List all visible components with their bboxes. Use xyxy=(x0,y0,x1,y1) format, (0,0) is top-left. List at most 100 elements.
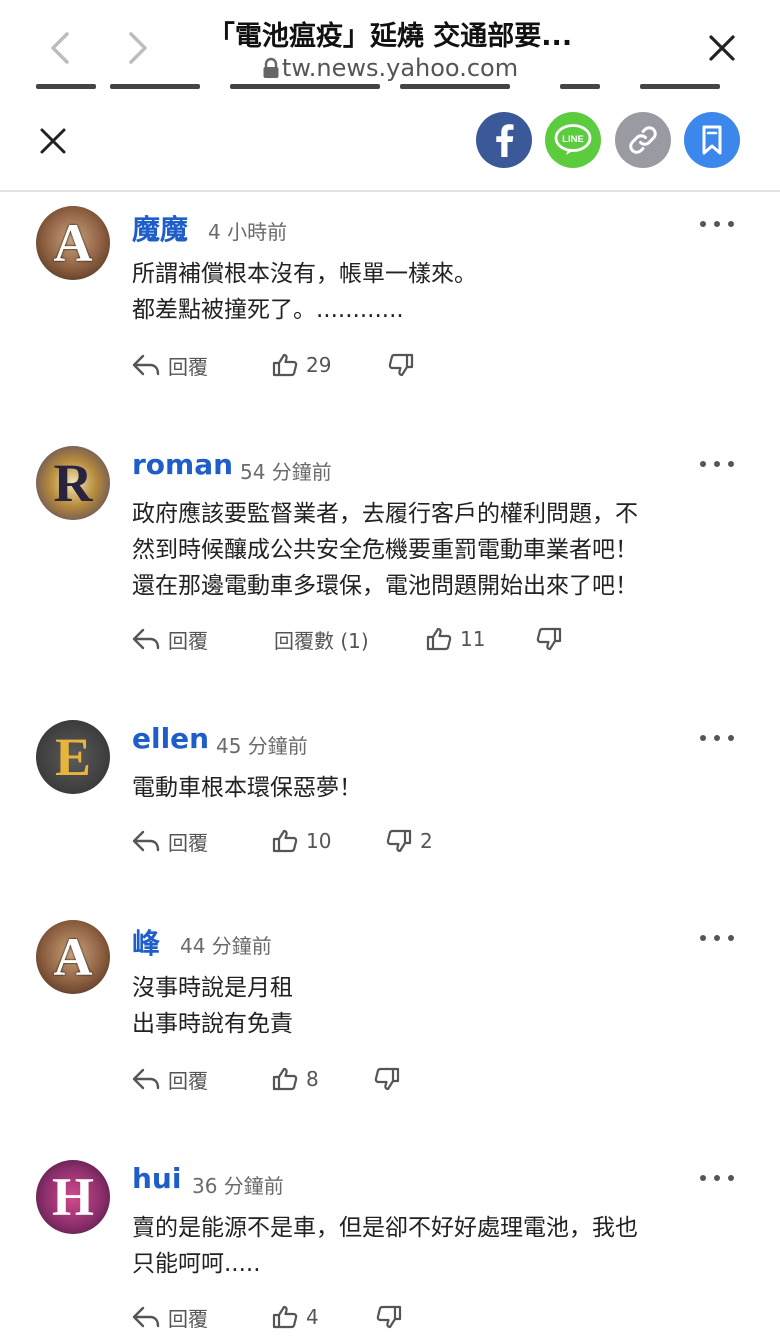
bookmark-button[interactable] xyxy=(684,112,740,168)
thumbs-up-icon xyxy=(426,627,452,651)
lock-icon xyxy=(263,57,279,78)
like-count: 4 xyxy=(306,1305,319,1329)
reply-icon xyxy=(132,354,160,376)
comment-actions: 回覆 29 xyxy=(132,348,732,382)
like-button[interactable]: 10 xyxy=(272,824,331,858)
reply-button[interactable]: 回覆 xyxy=(132,348,208,382)
back-button[interactable] xyxy=(42,30,78,66)
dislike-count: 2 xyxy=(420,829,433,853)
close-comments-button[interactable] xyxy=(36,124,70,158)
comment-actions: 回覆 4 xyxy=(132,1300,732,1334)
forward-button[interactable] xyxy=(120,30,156,66)
page-title: 「電池瘟疫」延燒 交通部要... xyxy=(207,21,573,52)
dislike-button[interactable] xyxy=(536,622,570,656)
comment-body: 電動車根本環保惡夢！ xyxy=(132,770,722,806)
reply-button[interactable]: 回覆 xyxy=(132,1062,208,1096)
thumbs-up-icon xyxy=(272,829,298,853)
browser-toolbar: 「電池瘟疫」延燒 交通部要... tw.news.yahoo.com xyxy=(0,0,780,90)
thumbs-down-icon xyxy=(536,627,562,651)
reply-label: 回覆 xyxy=(168,628,208,653)
reply-icon xyxy=(132,628,160,650)
more-options-button[interactable] xyxy=(700,1168,734,1188)
more-options-button[interactable] xyxy=(700,214,734,234)
avatar[interactable]: A xyxy=(36,206,110,280)
like-count: 8 xyxy=(306,1067,319,1091)
share-line-button[interactable]: LINE xyxy=(545,112,601,168)
comment-line: 出事時說有免責 xyxy=(132,1011,293,1037)
avatar[interactable]: R xyxy=(36,446,110,520)
comment-timestamp: 44 分鐘前 xyxy=(180,934,272,958)
dislike-button[interactable] xyxy=(376,1300,410,1334)
comment-username[interactable]: hui xyxy=(132,1162,181,1195)
comment-line: 都差點被撞死了。............ xyxy=(132,297,404,323)
close-icon xyxy=(40,128,66,154)
avatar-letter: A xyxy=(53,927,93,987)
reply-icon xyxy=(132,830,160,852)
like-count: 10 xyxy=(306,829,332,853)
more-options-button[interactable] xyxy=(700,454,734,474)
more-dots-icon xyxy=(700,735,706,741)
reply-label: 回覆 xyxy=(168,1068,208,1093)
thumbs-down-icon xyxy=(374,1067,400,1091)
dislike-button[interactable] xyxy=(388,348,422,382)
comment-body: 政府應該要監督業者，去履行客戶的權利問題，不 然到時候釀成公共安全危機要重罰電動… xyxy=(132,496,722,604)
dislike-button[interactable] xyxy=(374,1062,408,1096)
comment-username[interactable]: ellen xyxy=(132,722,209,755)
share-facebook-button[interactable] xyxy=(476,112,532,168)
more-dots-icon xyxy=(700,935,706,941)
chevron-left-icon xyxy=(51,32,69,64)
facebook-icon xyxy=(496,124,514,157)
comment-actions: 回覆 8 xyxy=(132,1062,732,1096)
line-icon-label: LINE xyxy=(562,134,584,145)
comment-username[interactable]: 魔魔 xyxy=(132,208,188,248)
more-options-button[interactable] xyxy=(700,928,734,948)
avatar[interactable]: E xyxy=(36,720,110,794)
avatar-letter: A xyxy=(53,213,93,273)
comment-timestamp: 54 分鐘前 xyxy=(240,460,332,484)
comment-timestamp: 4 小時前 xyxy=(208,220,288,244)
view-replies-button[interactable]: 回覆數 (1) xyxy=(274,622,369,656)
copy-link-button[interactable] xyxy=(615,112,671,168)
avatar-letter: E xyxy=(54,727,92,787)
link-icon xyxy=(629,126,657,154)
comment-body: 賣的是能源不是車，但是卻不好好處理電池，我也 只能呵呵..... xyxy=(132,1210,722,1282)
underlying-article-edge xyxy=(0,84,780,92)
reply-icon xyxy=(132,1306,160,1328)
url-display[interactable]: tw.news.yahoo.com xyxy=(160,54,620,82)
thumbs-down-icon xyxy=(386,829,412,853)
comment-line: 然到時候釀成公共安全危機要重罰電動車業者吧！ xyxy=(132,537,638,563)
thumbs-down-icon xyxy=(376,1305,402,1329)
comment-line: 賣的是能源不是車，但是卻不好好處理電池，我也 xyxy=(132,1215,638,1241)
comment-username[interactable]: 峰 xyxy=(132,922,160,962)
thumbs-up-icon xyxy=(272,353,298,377)
reply-button[interactable]: 回覆 xyxy=(132,622,208,656)
line-icon: LINE xyxy=(554,124,592,155)
reply-button[interactable]: 回覆 xyxy=(132,824,208,858)
like-button[interactable]: 29 xyxy=(272,348,331,382)
like-count: 29 xyxy=(306,353,332,377)
like-button[interactable]: 8 xyxy=(272,1062,319,1096)
reply-label: 回覆 xyxy=(168,354,208,379)
close-icon xyxy=(709,35,735,61)
comment-body: 沒事時說是月租 出事時說有免責 xyxy=(132,970,722,1042)
comment-body: 所謂補償根本沒有，帳單一樣來。 都差點被撞死了。............ xyxy=(132,256,722,328)
avatar-letter: R xyxy=(53,453,93,513)
comment-actions: 回覆 回覆數 (1) 11 xyxy=(132,622,732,656)
chevron-right-icon xyxy=(129,32,147,64)
close-browser-button[interactable] xyxy=(704,30,740,66)
like-button[interactable]: 4 xyxy=(272,1300,319,1334)
avatar[interactable]: A xyxy=(36,920,110,994)
avatar[interactable]: H xyxy=(36,1160,110,1234)
comment-line: 只能呵呵..... xyxy=(132,1251,261,1277)
comment-timestamp: 36 分鐘前 xyxy=(192,1174,284,1198)
comment-line: 電動車根本環保惡夢！ xyxy=(132,775,362,801)
thumbs-up-icon xyxy=(272,1067,298,1091)
like-button[interactable]: 11 xyxy=(426,622,485,656)
more-options-button[interactable] xyxy=(700,728,734,748)
comment-username[interactable]: roman xyxy=(132,448,233,481)
reply-label: 回覆 xyxy=(168,1306,208,1331)
thumbs-up-icon xyxy=(272,1305,298,1329)
domain-text: tw.news.yahoo.com xyxy=(281,54,519,82)
dislike-button[interactable]: 2 xyxy=(386,824,433,858)
reply-button[interactable]: 回覆 xyxy=(132,1300,208,1334)
